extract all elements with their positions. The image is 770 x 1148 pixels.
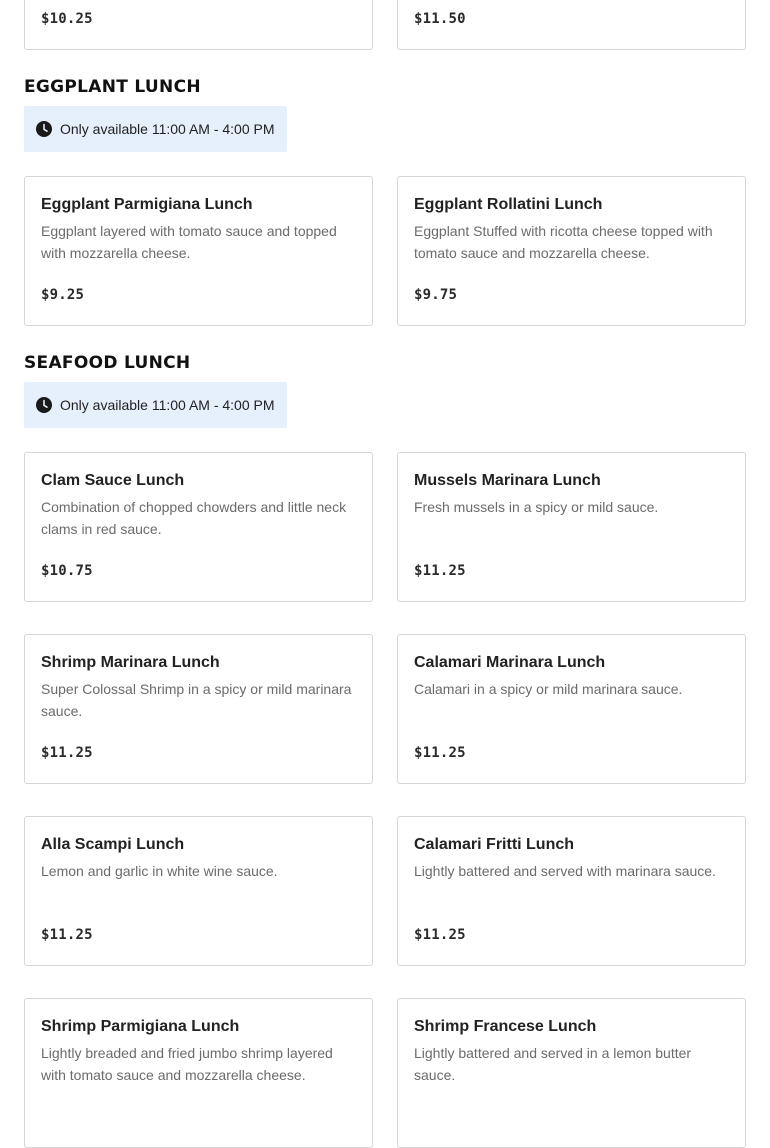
item-price: $11.25: [414, 745, 466, 761]
section-title: SEAFOOD LUNCH: [24, 353, 191, 373]
menu-item-card[interactable]: Calamari Fritti Lunch Lightly battered a…: [397, 816, 746, 966]
menu-row: Eggplant Parmigiana Lunch Eggplant layer…: [0, 176, 770, 326]
item-price: $11.50: [414, 11, 466, 27]
item-price: $9.25: [41, 287, 85, 303]
item-price: $11.25: [41, 927, 93, 943]
item-name: Calamari Fritti Lunch: [414, 836, 575, 853]
availability-text: Only available 11:00 AM - 4:00 PM: [60, 121, 275, 137]
item-name: Mussels Marinara Lunch: [414, 472, 601, 489]
item-description: Lightly battered and served with marinar…: [414, 863, 716, 879]
menu-item-card[interactable]: Calamari Marinara Lunch Calamari in a sp…: [397, 634, 746, 784]
clock-icon: [36, 397, 52, 413]
menu-row: Clam Sauce Lunch Combination of chopped …: [0, 452, 770, 602]
menu-item-card[interactable]: Mussels Marinara Lunch Fresh mussels in …: [397, 452, 746, 602]
item-name: Shrimp Marinara Lunch: [41, 654, 220, 671]
menu-item-card[interactable]: $10.25: [24, 0, 373, 50]
item-price: $9.75: [414, 287, 458, 303]
menu-row: Alla Scampi Lunch Lemon and garlic in wh…: [0, 816, 770, 966]
item-price: $11.25: [41, 745, 93, 761]
item-price: $11.25: [414, 927, 466, 943]
item-price: $11.25: [414, 563, 466, 579]
availability-badge: Only available 11:00 AM - 4:00 PM: [24, 382, 287, 428]
menu-row: Shrimp Marinara Lunch Super Colossal Shr…: [0, 634, 770, 784]
menu-item-card[interactable]: Eggplant Rollatini Lunch Eggplant Stuffe…: [397, 176, 746, 326]
item-description: Eggplant layered with tomato sauce and t…: [41, 223, 337, 261]
menu-item-card[interactable]: $11.50: [397, 0, 746, 50]
menu-row: Shrimp Parmigiana Lunch Lightly breaded …: [0, 998, 770, 1148]
menu-page: $10.25 $11.50 EGGPLANT LUNCH Only availa…: [0, 0, 770, 1148]
item-description: Eggplant Stuffed with ricotta cheese top…: [414, 223, 713, 261]
item-description: Lightly breaded and fried jumbo shrimp l…: [41, 1045, 333, 1083]
item-description: Lightly battered and served in a lemon b…: [414, 1045, 692, 1083]
item-price: $10.25: [41, 11, 93, 27]
availability-badge: Only available 11:00 AM - 4:00 PM: [24, 106, 287, 152]
section-title: EGGPLANT LUNCH: [24, 77, 201, 97]
item-name: Alla Scampi Lunch: [41, 836, 185, 853]
item-description: Calamari in a spicy or mild marinara sau…: [414, 681, 683, 697]
availability-text: Only available 11:00 AM - 4:00 PM: [60, 397, 275, 413]
item-description: Super Colossal Shrimp in a spicy or mild…: [41, 681, 352, 719]
item-name: Shrimp Parmigiana Lunch: [41, 1018, 240, 1035]
menu-item-card[interactable]: Shrimp Francese Lunch Lightly battered a…: [397, 998, 746, 1148]
item-price: $10.75: [41, 563, 93, 579]
menu-item-card[interactable]: Eggplant Parmigiana Lunch Eggplant layer…: [24, 176, 373, 326]
item-name: Eggplant Rollatini Lunch: [414, 196, 603, 213]
item-name: Calamari Marinara Lunch: [414, 654, 606, 671]
item-description: Combination of chopped chowders and litt…: [41, 499, 347, 537]
clock-icon: [36, 121, 52, 137]
menu-row: $10.25 $11.50: [0, 0, 770, 50]
item-name: Shrimp Francese Lunch: [414, 1018, 597, 1035]
item-name: Eggplant Parmigiana Lunch: [41, 196, 253, 213]
item-description: Fresh mussels in a spicy or mild sauce.: [414, 499, 659, 515]
item-name: Clam Sauce Lunch: [41, 472, 185, 489]
menu-item-card[interactable]: Shrimp Marinara Lunch Super Colossal Shr…: [24, 634, 373, 784]
item-description: Lemon and garlic in white wine sauce.: [41, 863, 278, 879]
menu-item-card[interactable]: Alla Scampi Lunch Lemon and garlic in wh…: [24, 816, 373, 966]
menu-item-card[interactable]: Shrimp Parmigiana Lunch Lightly breaded …: [24, 998, 373, 1148]
menu-item-card[interactable]: Clam Sauce Lunch Combination of chopped …: [24, 452, 373, 602]
